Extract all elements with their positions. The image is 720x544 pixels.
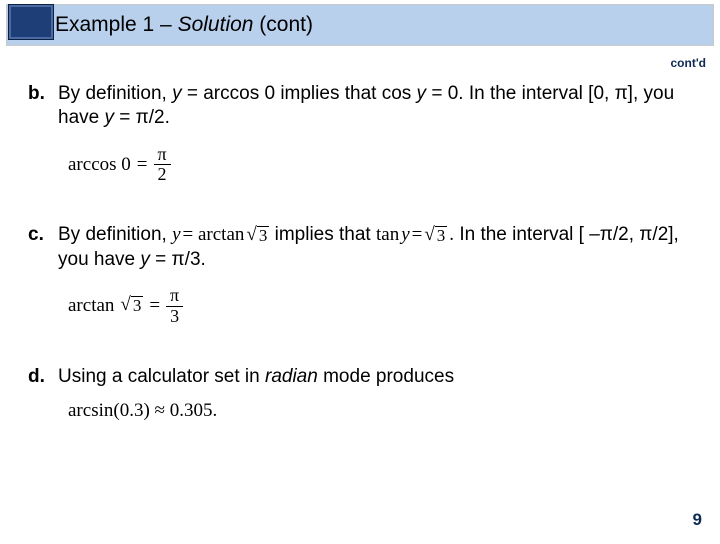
c-rhs-eq: = (412, 223, 423, 247)
b-text2: = arccos 0 implies that cos (182, 83, 417, 104)
title-prefix: Example 1 – (55, 13, 178, 36)
c-text1: By definition, (58, 224, 172, 245)
corner-tab (8, 4, 54, 40)
eq-c-num: π (168, 286, 181, 306)
eq-c-equals: = (149, 294, 160, 318)
eq-b-num: π (155, 145, 168, 165)
b-y2: y (417, 83, 427, 104)
c-rhs-tan: tan (376, 223, 399, 247)
page-number: 9 (693, 510, 702, 530)
content-area: b. By definition, y = arccos 0 implies t… (0, 46, 720, 423)
item-d: d. Using a calculator set in radian mode… (28, 365, 688, 389)
b-y1: y (172, 83, 182, 104)
eq-c-frac: π 3 (166, 286, 183, 327)
d-text2: mode produces (318, 366, 454, 387)
item-d-label: d. (28, 365, 58, 389)
eq-c-lhs: arctan (68, 294, 114, 318)
c-mid-y: y (172, 223, 180, 247)
c-text2: implies that (275, 224, 376, 245)
eq-d: arcsin(0.3) ≈ 0.305. (68, 399, 692, 423)
c-inline-eq2: tan y = √3. (376, 223, 454, 247)
continued-label: cont'd (670, 56, 706, 70)
b-y3: y (104, 107, 114, 128)
eq-b-frac: π 2 (154, 145, 171, 186)
eq-b-den: 2 (154, 164, 171, 185)
eq-b-equals: = (137, 153, 148, 177)
c-rhs-sqrt: √3 (424, 226, 447, 246)
d-text1: Using a calculator set in (58, 366, 265, 387)
title-suffix: (cont) (253, 13, 313, 36)
c-var-y: y (140, 249, 150, 270)
c-rhs-dot: . (449, 223, 454, 247)
title-bar: Example 1 – Solution (cont) (6, 4, 714, 46)
c-mid-eq: = arctan (183, 223, 245, 247)
c-after2: = π/3. (150, 249, 206, 270)
item-c-body: By definition, y = arctan √3 implies tha… (58, 223, 688, 272)
item-c: c. By definition, y = arctan √3 implies … (28, 223, 688, 272)
b-text1: By definition, (58, 83, 172, 104)
eq-b: arccos 0 = π 2 (68, 145, 692, 186)
item-c-label: c. (28, 223, 58, 272)
b-text4: = π/2. (114, 107, 170, 128)
eq-c-den: 3 (166, 306, 183, 327)
item-d-body: Using a calculator set in radian mode pr… (58, 365, 688, 389)
item-b-body: By definition, y = arccos 0 implies that… (58, 82, 688, 131)
title-text: Example 1 – Solution (cont) (55, 13, 313, 37)
d-ital: radian (265, 366, 318, 387)
eq-b-lhs: arccos 0 (68, 153, 131, 177)
item-b: b. By definition, y = arccos 0 implies t… (28, 82, 688, 131)
c-rhs-y: y (401, 223, 409, 247)
c-inline-eq1: y = arctan √3 (172, 223, 269, 247)
eq-d-expr: arcsin(0.3) ≈ 0.305. (68, 399, 217, 423)
title-italic: Solution (178, 13, 254, 36)
eq-c: arctan √3 = π 3 (68, 286, 692, 327)
c-mid-sqrt: √3 (246, 226, 269, 246)
item-b-label: b. (28, 82, 58, 131)
eq-c-sqrt: √3 (120, 296, 143, 316)
